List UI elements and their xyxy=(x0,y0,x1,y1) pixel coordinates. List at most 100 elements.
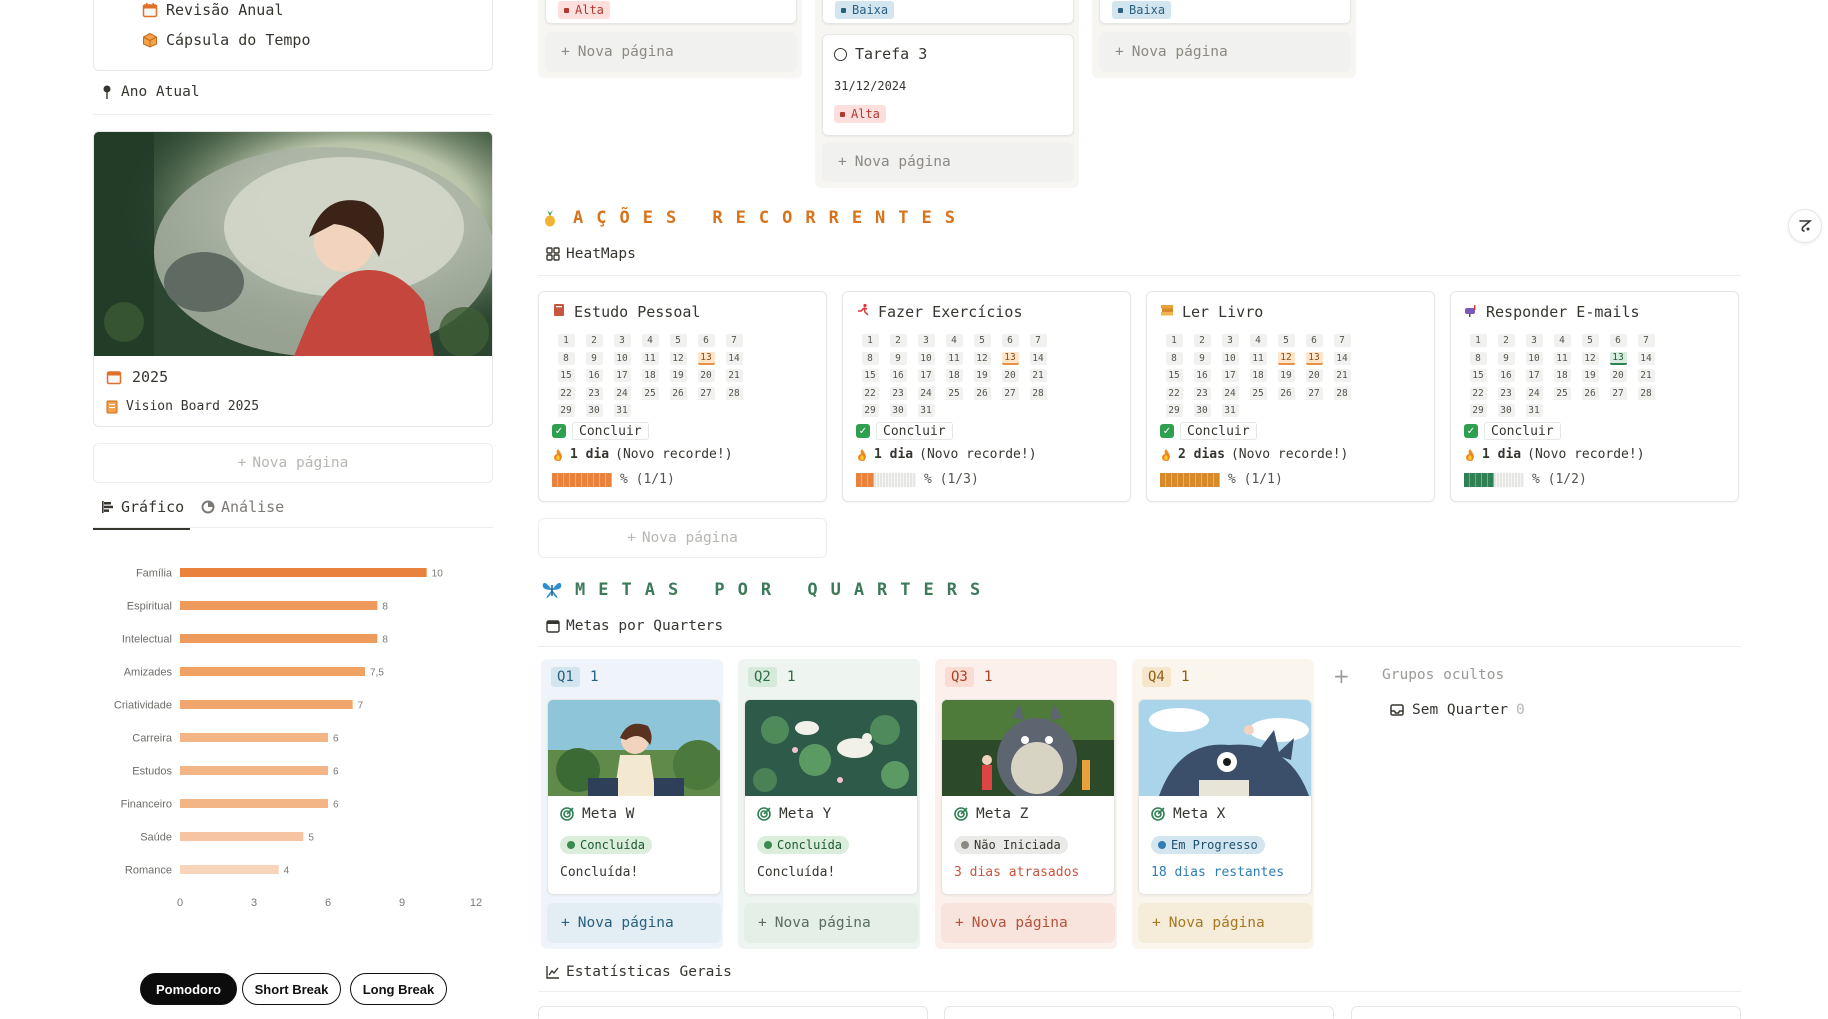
calendar-day[interactable]: 16 xyxy=(1492,367,1520,385)
pomodoro-button[interactable]: Pomodoro xyxy=(140,973,237,1005)
calendar-day[interactable]: 10 xyxy=(1520,350,1548,368)
calendar-day[interactable]: 11 xyxy=(940,350,968,368)
sem-quarter-group[interactable]: Sem Quarter 0 xyxy=(1390,702,1525,718)
calendar-day[interactable]: 6 xyxy=(692,332,720,350)
concluir-button[interactable]: ✓ Concluir xyxy=(1160,422,1257,440)
long-break-button[interactable]: Long Break xyxy=(350,973,447,1005)
calendar-day[interactable]: 9 xyxy=(884,350,912,368)
calendar-day[interactable]: 26 xyxy=(1576,385,1604,403)
calendar-day[interactable]: 14 xyxy=(1328,350,1356,368)
kanban-card[interactable]: Baixa xyxy=(1099,0,1351,24)
calendar-day[interactable]: 8 xyxy=(1160,350,1188,368)
calendar-day[interactable]: 7 xyxy=(720,332,748,350)
calendar-day[interactable]: 23 xyxy=(884,385,912,403)
calendar-day[interactable]: 30 xyxy=(580,402,608,420)
calendar-day[interactable]: 22 xyxy=(552,385,580,403)
calendar-day[interactable]: 30 xyxy=(1492,402,1520,420)
calendar-day[interactable]: 8 xyxy=(1464,350,1492,368)
calendar-day[interactable]: 22 xyxy=(1464,385,1492,403)
calendar-day[interactable]: 29 xyxy=(552,402,580,420)
calendar-day[interactable]: 23 xyxy=(580,385,608,403)
calendar-day[interactable]: 1 xyxy=(1464,332,1492,350)
calendar-day[interactable]: 23 xyxy=(1188,385,1216,403)
calendar-day[interactable]: 24 xyxy=(608,385,636,403)
heatmaps-view-tab[interactable]: HeatMaps xyxy=(546,246,636,262)
calendar-day[interactable]: 10 xyxy=(912,350,940,368)
calendar-day[interactable]: 3 xyxy=(912,332,940,350)
calendar-day[interactable]: 15 xyxy=(856,367,884,385)
calendar-day[interactable]: 25 xyxy=(1548,385,1576,403)
calendar-day[interactable]: 13 xyxy=(996,350,1024,368)
stat-card[interactable] xyxy=(538,1006,928,1019)
calendar-day[interactable]: 30 xyxy=(1188,402,1216,420)
calendar-day[interactable]: 3 xyxy=(608,332,636,350)
calendar-day[interactable]: 22 xyxy=(1160,385,1188,403)
new-page-button-left[interactable]: + Nova página xyxy=(93,443,493,483)
calendar-day[interactable]: 17 xyxy=(912,367,940,385)
calendar-day[interactable]: 16 xyxy=(1188,367,1216,385)
habit-card[interactable]: Fazer Exercícios 1 2 3 4 5 6 7 8 9 10 11 12 13 14 15 16 1… xyxy=(842,291,1131,502)
short-break-button[interactable]: Short Break xyxy=(242,973,341,1005)
calendar-day[interactable]: 21 xyxy=(1024,367,1052,385)
calendar-day[interactable]: 8 xyxy=(856,350,884,368)
tab-analise[interactable]: Análise xyxy=(201,498,284,516)
goal-card[interactable]: Meta X Em Progresso 18 dias restantes xyxy=(1138,699,1312,895)
calendar-day[interactable]: 5 xyxy=(664,332,692,350)
calendar-day[interactable]: 11 xyxy=(1548,350,1576,368)
calendar-day[interactable]: 14 xyxy=(720,350,748,368)
calendar-day[interactable]: 24 xyxy=(1216,385,1244,403)
calendar-day[interactable]: 22 xyxy=(856,385,884,403)
quarter-header[interactable]: Q2 1 xyxy=(748,667,796,687)
calendar-day[interactable]: 14 xyxy=(1024,350,1052,368)
calendar-day[interactable]: 6 xyxy=(1604,332,1632,350)
add-group-button[interactable]: + xyxy=(1333,664,1350,688)
calendar-day[interactable]: 4 xyxy=(1244,332,1272,350)
calendar-day[interactable]: 30 xyxy=(884,402,912,420)
calendar-day[interactable]: 17 xyxy=(1216,367,1244,385)
concluir-button[interactable]: ✓ Concluir xyxy=(856,422,953,440)
calendar-day[interactable]: 20 xyxy=(692,367,720,385)
toc-item-capsula[interactable]: Cápsula do Tempo xyxy=(142,31,311,49)
new-page-button-q2[interactable]: + Nova página xyxy=(744,903,918,943)
calendar-day[interactable]: 26 xyxy=(968,385,996,403)
calendar-day[interactable]: 29 xyxy=(1464,402,1492,420)
vision-board-link[interactable]: Vision Board 2025 xyxy=(106,399,259,414)
calendar-day[interactable]: 15 xyxy=(1464,367,1492,385)
concluir-button[interactable]: ✓ Concluir xyxy=(552,422,649,440)
calendar-day[interactable]: 7 xyxy=(1328,332,1356,350)
toc-item-revisao[interactable]: Revisão Anual xyxy=(142,1,283,19)
calendar-day[interactable]: 5 xyxy=(968,332,996,350)
calendar-day[interactable]: 27 xyxy=(692,385,720,403)
calendar-day[interactable]: 29 xyxy=(856,402,884,420)
calendar-day[interactable]: 14 xyxy=(1632,350,1660,368)
quarter-header[interactable]: Q3 1 xyxy=(945,667,993,687)
calendar-day[interactable]: 1 xyxy=(1160,332,1188,350)
calendar-day[interactable]: 7 xyxy=(1632,332,1660,350)
calendar-day[interactable]: 18 xyxy=(940,367,968,385)
calendar-day[interactable]: 9 xyxy=(1188,350,1216,368)
calendar-day[interactable]: 2 xyxy=(884,332,912,350)
calendar-day[interactable]: 9 xyxy=(1492,350,1520,368)
new-page-button-col2[interactable]: + Nova página xyxy=(822,142,1074,182)
calendar-day[interactable]: 12 xyxy=(1576,350,1604,368)
calendar-day[interactable]: 19 xyxy=(1576,367,1604,385)
quarter-header[interactable]: Q1 1 xyxy=(551,667,599,687)
calendar-day[interactable]: 19 xyxy=(664,367,692,385)
calendar-day[interactable]: 31 xyxy=(1520,402,1548,420)
habit-card[interactable]: Ler Livro 1 2 3 4 5 6 7 8 9 10 11 12 13 14 15 16 17 18 19 20… xyxy=(1146,291,1435,502)
calendar-day[interactable]: 24 xyxy=(912,385,940,403)
kanban-card[interactable]: Baixa xyxy=(822,0,1074,24)
calendar-day[interactable]: 7 xyxy=(1024,332,1052,350)
calendar-day[interactable]: 12 xyxy=(968,350,996,368)
calendar-day[interactable]: 10 xyxy=(608,350,636,368)
calendar-day[interactable]: 3 xyxy=(1216,332,1244,350)
concluir-button[interactable]: ✓ Concluir xyxy=(1464,422,1561,440)
calendar-day[interactable]: 16 xyxy=(580,367,608,385)
calendar-day[interactable]: 17 xyxy=(1520,367,1548,385)
calendar-day[interactable]: 12 xyxy=(664,350,692,368)
calendar-day[interactable]: 15 xyxy=(1160,367,1188,385)
calendar-day[interactable]: 6 xyxy=(1300,332,1328,350)
calendar-day[interactable]: 26 xyxy=(664,385,692,403)
calendar-day[interactable]: 9 xyxy=(580,350,608,368)
calendar-day[interactable]: 20 xyxy=(1604,367,1632,385)
